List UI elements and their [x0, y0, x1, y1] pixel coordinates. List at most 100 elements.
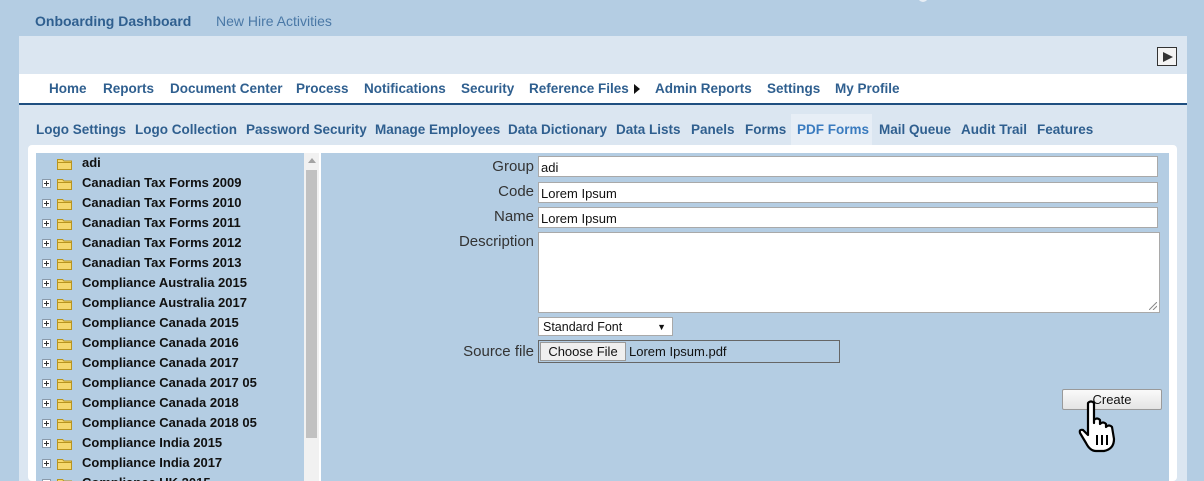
tree-item[interactable]: Compliance India 2015 — [36, 433, 304, 453]
folder-icon — [57, 177, 72, 190]
folder-icon — [57, 357, 72, 370]
description-label: Description — [458, 233, 534, 250]
main-nav: Home Reports Document Center Process Not… — [19, 74, 1187, 105]
tree-item[interactable]: Compliance Canada 2018 — [36, 393, 304, 413]
tree-item-label: Compliance Australia 2017 — [82, 295, 247, 310]
expand-plus-icon[interactable] — [42, 299, 51, 308]
code-field[interactable]: Lorem Ipsum — [538, 182, 1158, 203]
tree-item[interactable]: adi — [36, 153, 304, 173]
expand-plus-icon[interactable] — [42, 199, 51, 208]
nav-reports[interactable]: Reports — [103, 81, 154, 96]
tree-item[interactable]: Compliance Australia 2015 — [36, 273, 304, 293]
expand-plus-icon[interactable] — [42, 399, 51, 408]
expand-plus-icon[interactable] — [42, 319, 51, 328]
expand-plus-icon[interactable] — [42, 339, 51, 348]
description-textarea[interactable] — [538, 232, 1160, 313]
tab-panels[interactable]: Panels — [691, 122, 735, 137]
expand-plus-icon[interactable] — [42, 259, 51, 268]
tree-item[interactable]: Compliance Canada 2018 05 — [36, 413, 304, 433]
tree-item[interactable]: Compliance Canada 2015 — [36, 313, 304, 333]
nav-notifications[interactable]: Notifications — [364, 81, 446, 96]
resize-handle-icon[interactable] — [1149, 302, 1157, 310]
folder-icon — [57, 297, 72, 310]
tree-item[interactable]: Canadian Tax Forms 2011 — [36, 213, 304, 233]
play-button[interactable] — [1157, 47, 1177, 66]
folder-icon — [57, 317, 72, 330]
tab-logo-settings[interactable]: Logo Settings — [36, 122, 126, 137]
group-label: Group — [492, 158, 534, 175]
nav-my-profile[interactable]: My Profile — [835, 81, 900, 96]
nav-security[interactable]: Security — [461, 81, 514, 96]
tree-item[interactable]: Compliance Australia 2017 — [36, 293, 304, 313]
group-field[interactable]: adi — [538, 156, 1158, 177]
choose-file-button[interactable]: Choose File — [540, 342, 626, 361]
folder-icon — [57, 337, 72, 350]
expand-plus-icon[interactable] — [42, 419, 51, 428]
tree-item[interactable]: Compliance India 2017 — [36, 453, 304, 473]
folder-icon — [57, 377, 72, 390]
tree-item-label: Compliance Canada 2018 05 — [82, 415, 257, 430]
tab-mail-queue[interactable]: Mail Queue — [879, 122, 951, 137]
name-field[interactable]: Lorem Ipsum — [538, 207, 1158, 228]
font-select-value: Standard Font — [543, 320, 623, 334]
circle-icon — [918, 0, 928, 2]
source-file-label: Source file — [463, 343, 534, 360]
expand-plus-icon[interactable] — [42, 219, 51, 228]
folder-icon — [57, 197, 72, 210]
tree-scrollbar[interactable] — [304, 153, 319, 481]
font-select[interactable]: Standard Font ▼ — [538, 317, 673, 336]
code-label: Code — [498, 183, 534, 200]
tree-item-label: Canadian Tax Forms 2009 — [82, 175, 242, 190]
folder-icon — [57, 457, 72, 470]
expand-plus-icon[interactable] — [42, 279, 51, 288]
nav-reference-files[interactable]: Reference Files — [529, 81, 640, 96]
tab-manage-employees[interactable]: Manage Employees — [375, 122, 500, 137]
source-file-input[interactable]: Choose File Lorem Ipsum.pdf — [538, 340, 840, 363]
tab-pdf-forms[interactable]: PDF Forms — [797, 122, 869, 137]
new-hire-activities-link[interactable]: New Hire Activities — [216, 13, 332, 29]
tab-password-security[interactable]: Password Security — [246, 122, 367, 137]
tree-item[interactable]: Compliance Canada 2017 — [36, 353, 304, 373]
caret-right-icon — [633, 84, 640, 94]
expand-plus-icon[interactable] — [42, 459, 51, 468]
tab-features[interactable]: Features — [1037, 122, 1093, 137]
header-band — [19, 36, 1187, 74]
scroll-thumb[interactable] — [306, 170, 317, 438]
nav-document-center[interactable]: Document Center — [170, 81, 283, 96]
tree-item[interactable]: Canadian Tax Forms 2009 — [36, 173, 304, 193]
tab-forms[interactable]: Forms — [745, 122, 786, 137]
tree-item-label: Compliance Canada 2018 — [82, 395, 239, 410]
tree-item[interactable]: Compliance Canada 2017 05 — [36, 373, 304, 393]
expand-plus-icon[interactable] — [42, 379, 51, 388]
expand-plus-icon[interactable] — [42, 179, 51, 188]
folder-icon — [57, 417, 72, 430]
tab-logo-collection[interactable]: Logo Collection — [135, 122, 237, 137]
folder-icon — [57, 157, 72, 170]
tree-item[interactable]: Canadian Tax Forms 2013 — [36, 253, 304, 273]
tree-item[interactable]: Compliance UK 2015 — [36, 473, 304, 481]
tree-item-label: Canadian Tax Forms 2013 — [82, 255, 242, 270]
play-icon — [1163, 52, 1173, 62]
nav-process[interactable]: Process — [296, 81, 349, 96]
expand-plus-icon[interactable] — [42, 239, 51, 248]
tree-item[interactable]: Canadian Tax Forms 2010 — [36, 193, 304, 213]
tree-item[interactable]: Compliance Canada 2016 — [36, 333, 304, 353]
name-label: Name — [493, 208, 534, 225]
folder-tree: adi Canadian Tax Forms 2009 Canadian Tax F… — [36, 153, 304, 481]
dropdown-caret-icon: ▼ — [657, 322, 666, 332]
tab-data-lists[interactable]: Data Lists — [616, 122, 681, 137]
expand-plus-icon[interactable] — [42, 439, 51, 448]
tab-data-dictionary[interactable]: Data Dictionary — [508, 122, 607, 137]
nav-settings[interactable]: Settings — [767, 81, 820, 96]
tree-item[interactable]: Canadian Tax Forms 2012 — [36, 233, 304, 253]
tree-item-label: Compliance Canada 2015 — [82, 315, 239, 330]
tree-item-label: Compliance Canada 2017 05 — [82, 375, 257, 390]
onboarding-dashboard-link[interactable]: Onboarding Dashboard — [35, 13, 191, 29]
expand-plus-icon[interactable] — [42, 359, 51, 368]
nav-admin-reports[interactable]: Admin Reports — [655, 81, 752, 96]
tab-audit-trail[interactable]: Audit Trail — [961, 122, 1027, 137]
folder-icon — [57, 257, 72, 270]
nav-home[interactable]: Home — [49, 81, 87, 96]
folder-icon — [57, 277, 72, 290]
scroll-up-icon[interactable] — [308, 158, 316, 163]
